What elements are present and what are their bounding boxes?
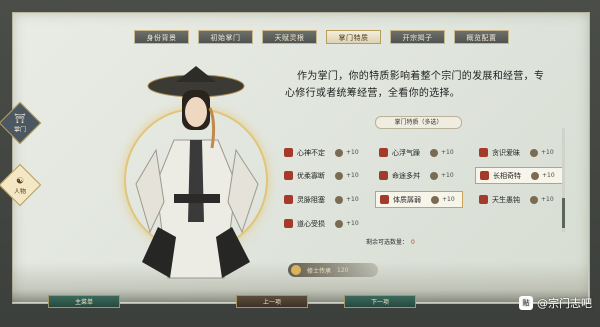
person-icon: ☯ <box>15 176 25 187</box>
trait-cell[interactable]: 灵脉阻塞 +10 <box>280 191 368 208</box>
spirit-stone-icon <box>335 171 343 180</box>
trait-cell[interactable]: 道心受损 +10 <box>280 215 368 232</box>
spirit-stone-icon <box>530 148 538 157</box>
legacy-tag: 修士传承 120 <box>288 263 378 277</box>
trait-name: 体质孱弱 <box>393 195 421 204</box>
legacy-score: 120 <box>337 266 349 274</box>
tab-bar: 身份背景 初始掌门 天赋灵根 掌门特质 开宗揭子 概览配置 <box>134 30 509 44</box>
tab-initial-leader[interactable]: 初始掌门 <box>198 30 253 44</box>
prev-button[interactable]: 上一项 <box>236 295 308 308</box>
tab-overview[interactable]: 概览配置 <box>454 30 509 44</box>
trait-cell[interactable]: 心神不定 +10 <box>280 144 368 161</box>
spirit-stone-icon <box>335 195 343 204</box>
trait-cell[interactable]: 优柔寡断 +10 <box>280 167 368 184</box>
trait-value: +10 <box>541 149 554 156</box>
spirit-stone-icon <box>430 148 438 157</box>
tab-leader-traits[interactable]: 掌门特质 <box>326 30 381 44</box>
trait-cell-selected[interactable]: 体质孱弱 +10 <box>375 191 463 208</box>
remaining-value: 0 <box>411 239 415 246</box>
trait-value: +10 <box>542 172 555 179</box>
scroll-thumb[interactable] <box>562 198 565 228</box>
trait-value: +10 <box>346 220 359 227</box>
spirit-stone-icon <box>335 219 343 228</box>
trait-value: +10 <box>346 149 359 156</box>
remaining-label: 剩余可选数量： <box>366 239 409 246</box>
trait-row: 灵脉阻塞 +10 体质孱弱 +10 天生愚钝 +10 <box>270 191 566 209</box>
spirit-stone-icon <box>530 195 538 204</box>
trait-row: 心神不定 +10 心浮气躁 +10 贪识爱昧 +10 <box>270 144 566 162</box>
spirit-stone-icon <box>335 148 343 157</box>
trait-icon <box>284 171 293 180</box>
trait-value: +10 <box>346 196 359 203</box>
traits-header: 掌门特质（多选） <box>375 116 462 129</box>
trait-icon <box>284 219 293 228</box>
tab-identity[interactable]: 身份背景 <box>134 30 189 44</box>
trait-name: 长相奇特 <box>493 171 521 180</box>
trait-icon <box>379 148 388 157</box>
spirit-stone-icon <box>431 195 439 204</box>
trait-name: 心神不定 <box>297 148 325 157</box>
spirit-stone-icon <box>430 171 438 180</box>
trait-icon <box>479 148 488 157</box>
sect-badge-label: 掌门 <box>13 126 26 134</box>
trait-value: +10 <box>541 196 554 203</box>
main-menu-button[interactable]: 主菜单 <box>48 295 120 308</box>
trait-row: 优柔寡断 +10 命途多舛 +10 长相奇特 +10 <box>270 167 566 185</box>
trait-value: +10 <box>346 172 359 179</box>
trait-icon <box>479 195 488 204</box>
trait-name: 道心受损 <box>297 219 325 228</box>
trait-cell-selected[interactable]: 长相奇特 +10 <box>475 167 563 184</box>
trait-cell[interactable]: 命途多舛 +10 <box>375 167 463 184</box>
traits-panel: 掌门特质（多选） 心神不定 +10 心浮气躁 +10 贪识爱昧 +10 优柔寡断… <box>270 116 566 252</box>
watermark: 贴 @宗门志吧 <box>519 295 592 311</box>
trait-icon <box>284 148 293 157</box>
trait-name: 天生愚钝 <box>492 195 520 204</box>
trait-value: +10 <box>441 149 454 156</box>
trait-value: +10 <box>441 172 454 179</box>
spirit-stone-icon <box>531 171 539 180</box>
next-button[interactable]: 下一项 <box>344 295 416 308</box>
trait-row: 道心受损 +10 <box>270 215 566 233</box>
sect-icon: ⛩ <box>14 114 26 125</box>
trait-icon <box>284 195 293 204</box>
trait-icon <box>380 195 389 204</box>
trait-name: 心浮气躁 <box>392 148 420 157</box>
trait-icon <box>379 171 388 180</box>
remaining-count: 剩余可选数量： 0 <box>366 237 415 246</box>
character-portrait <box>112 52 280 292</box>
trait-name: 灵脉阻塞 <box>297 195 325 204</box>
character-figure <box>135 66 259 279</box>
trait-cell[interactable]: 天生愚钝 +10 <box>475 191 563 208</box>
person-badge-label: 人物 <box>13 188 26 196</box>
traits-scrollbar[interactable] <box>562 128 565 232</box>
tieba-logo-icon: 贴 <box>519 296 533 310</box>
legacy-label: 修士传承 <box>307 267 332 275</box>
trait-name: 优柔寡断 <box>297 171 325 180</box>
trait-cell[interactable]: 贪识爱昧 +10 <box>475 144 563 161</box>
trait-name: 贪识爱昧 <box>492 148 520 157</box>
legacy-emblem-icon <box>291 265 301 275</box>
intro-text: 作为掌门，你的特质影响着整个宗门的发展和经营，专心修行或者统筹经营，全看你的选择… <box>285 71 545 99</box>
trait-name: 命途多舛 <box>392 171 420 180</box>
trait-cell[interactable]: 心浮气躁 +10 <box>375 144 463 161</box>
trait-icon <box>480 171 489 180</box>
tab-talent[interactable]: 天赋灵根 <box>262 30 317 44</box>
watermark-text: @宗门志吧 <box>537 297 592 310</box>
tab-sect-founding[interactable]: 开宗揭子 <box>390 30 445 44</box>
trait-value: +10 <box>442 196 455 203</box>
